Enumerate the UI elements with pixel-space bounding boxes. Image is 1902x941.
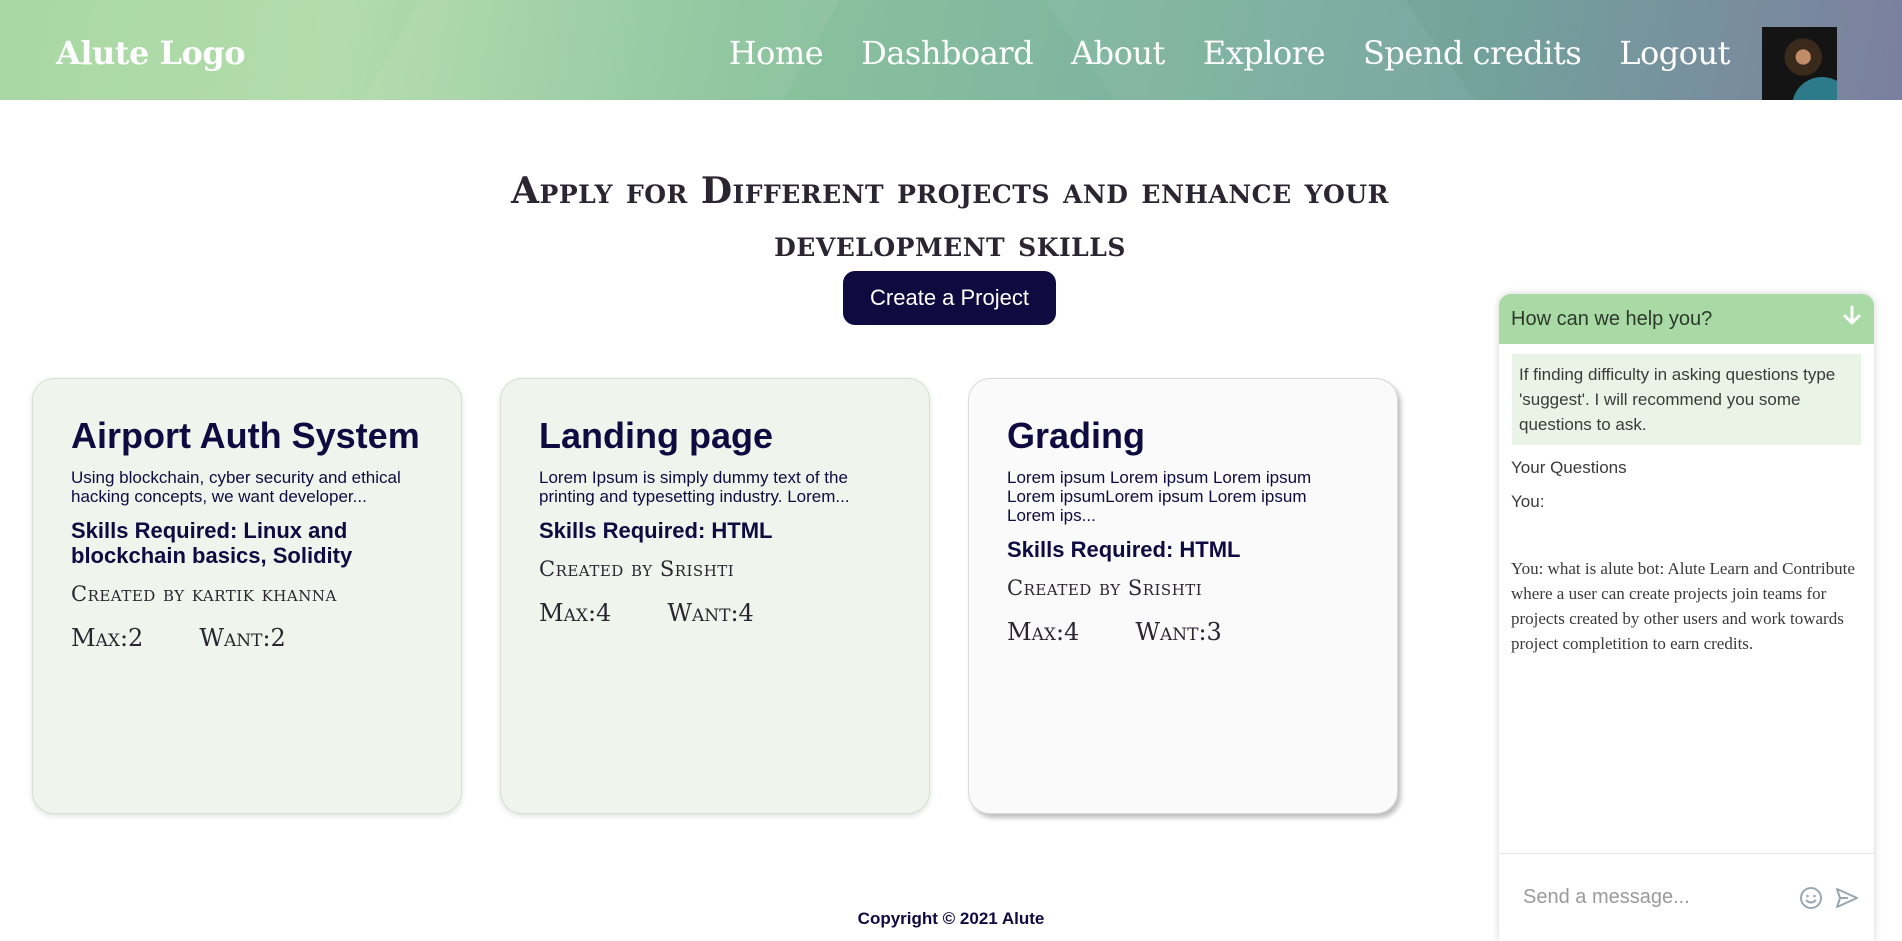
send-icon[interactable]	[1834, 885, 1860, 911]
create-project-button[interactable]: Create a Project	[843, 271, 1056, 325]
project-want: Want:4	[667, 599, 754, 627]
avatar-shoulder	[1792, 77, 1837, 100]
chat-input-bar	[1499, 853, 1874, 941]
bot-message: If finding difficulty in asking question…	[1512, 354, 1861, 445]
project-skills: Skills Required: HTML	[539, 518, 773, 543]
nav-about[interactable]: About	[1071, 34, 1165, 72]
nav-explore[interactable]: Explore	[1203, 34, 1326, 72]
nav-home[interactable]: Home	[729, 34, 824, 72]
bot-answer: You: what is alute bot: Alute Learn and …	[1511, 559, 1855, 653]
project-skills: Skills Required: HTML	[1007, 537, 1241, 562]
project-card[interactable]: Grading Lorem ipsum Lorem ipsum Lorem ip…	[968, 378, 1398, 814]
site-logo[interactable]: Alute Logo	[56, 34, 246, 72]
project-skills: Skills Required: Linux and blockchain ba…	[71, 518, 353, 568]
project-creator: Created by Srishti	[1007, 576, 1203, 600]
project-max: Max:2	[71, 624, 144, 652]
your-questions-label: Your Questions	[1511, 458, 1627, 477]
nav-logout[interactable]: Logout	[1619, 34, 1730, 72]
project-want: Want:3	[1135, 618, 1222, 646]
project-title: Airport Auth System	[71, 415, 420, 456]
project-max: Max:4	[539, 599, 612, 627]
project-card[interactable]: Airport Auth System Using blockchain, cy…	[32, 378, 462, 814]
project-stats: Max:2 Want:2	[71, 624, 423, 652]
user-message: You:	[1511, 492, 1545, 511]
main-nav: Home Dashboard About Explore Spend credi…	[729, 34, 1731, 72]
project-max: Max:4	[1007, 618, 1080, 646]
project-description: Using blockchain, cyber security and eth…	[71, 468, 401, 506]
project-description: Lorem Ipsum is simply dummy text of the …	[539, 468, 850, 506]
chat-header[interactable]: How can we help you?	[1499, 294, 1874, 344]
project-stats: Max:4 Want:3	[1007, 618, 1359, 646]
chat-title: How can we help you?	[1511, 307, 1713, 330]
project-stats: Max:4 Want:4	[539, 599, 891, 627]
chat-widget: How can we help you? If finding difficul…	[1499, 294, 1874, 941]
project-description: Lorem ipsum Lorem ipsum Lorem ipsum Lore…	[1007, 468, 1312, 525]
project-card[interactable]: Landing page Lorem Ipsum is simply dummy…	[500, 378, 930, 814]
arrow-down-icon[interactable]	[1842, 305, 1862, 334]
emoji-icon[interactable]	[1798, 885, 1824, 911]
user-avatar[interactable]	[1762, 27, 1837, 100]
top-navbar: Alute Logo Home Dashboard About Explore …	[0, 0, 1902, 100]
chat-message-input[interactable]	[1523, 886, 1788, 909]
project-want: Want:2	[199, 624, 286, 652]
nav-spend-credits[interactable]: Spend credits	[1363, 34, 1582, 72]
project-title: Grading	[1007, 415, 1146, 456]
project-title: Landing page	[539, 415, 773, 456]
project-creator: Created by kartik khanna	[71, 582, 337, 606]
nav-dashboard[interactable]: Dashboard	[861, 34, 1033, 72]
project-creator: Created by Srishti	[539, 557, 735, 581]
page-title: Apply for Different projects and enhance…	[511, 170, 1389, 265]
